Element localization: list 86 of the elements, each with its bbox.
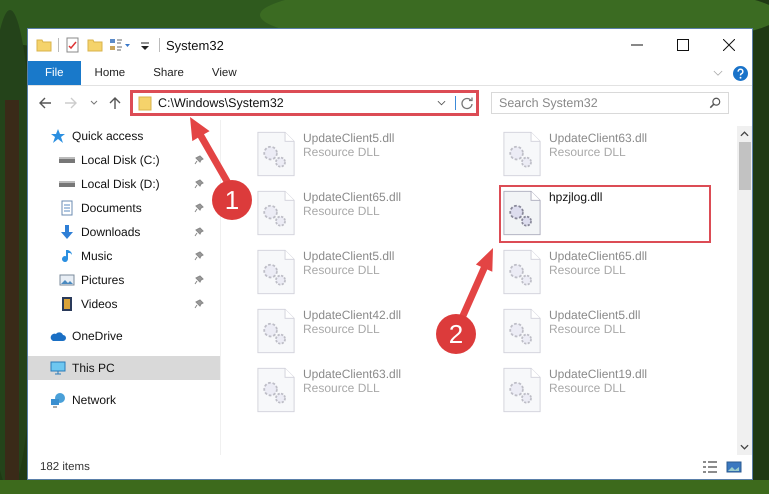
nav-item[interactable]: Music [28,244,118,268]
history-caret-icon[interactable] [437,100,446,106]
file-type: Resource DLL [549,322,627,336]
pin-icon[interactable] [194,203,204,213]
nav-item[interactable]: Quick access [28,124,150,148]
file-name: UpdateClient63.dll [303,367,402,381]
pin-icon[interactable] [194,251,204,261]
close-icon[interactable] [723,39,735,51]
pin-icon[interactable] [194,155,204,165]
document-icon [59,200,75,216]
file-type: Resource DLL [549,263,627,277]
up-arrow-icon[interactable] [108,96,122,110]
scroll-up-icon[interactable] [740,131,749,137]
nav-item[interactable]: Pictures [28,268,130,292]
nav-item[interactable]: Downloads [28,220,146,244]
star-icon [50,128,66,144]
properties-icon[interactable] [65,37,81,53]
ribbon-tab[interactable]: File [28,61,81,85]
nav-item[interactable]: Local Disk (D:) [28,172,166,196]
dll-file-icon [257,189,295,237]
thumbnail-view-icon[interactable] [726,460,742,474]
dll-file-icon [503,248,541,296]
monitor-icon [50,360,66,376]
pin-icon[interactable] [194,179,204,189]
ribbon-tab[interactable]: Home [80,61,140,85]
file-type: Resource DLL [303,263,381,277]
file-name: UpdateClient5.dll [549,308,640,322]
ribbon-tab[interactable]: Share [139,61,198,85]
search-icon [709,97,721,109]
file-item[interactable]: hpzjlog.dll [499,185,711,243]
minimize-icon[interactable] [631,44,643,46]
nav-item[interactable]: Network [28,388,122,412]
dll-file-icon [503,130,541,178]
file-name: UpdateClient5.dll [303,131,394,145]
file-type: Resource DLL [303,145,381,159]
music-note-icon [59,248,75,264]
pin-icon[interactable] [194,299,204,309]
dll-file-icon [257,248,295,296]
file-name: UpdateClient5.dll [303,249,394,263]
arrow [458,248,493,320]
dll-file-icon [257,366,295,414]
dll-file-icon [503,366,541,414]
scrollbar-thumb[interactable] [738,142,750,190]
help-icon[interactable] [733,66,748,80]
nav-item[interactable]: This PC [28,356,220,380]
address-bar[interactable]: C:\Windows\System32 [130,90,479,116]
file-name: UpdateClient19.dll [549,367,648,381]
file-type: Resource DLL [303,381,381,395]
file-type: Resource DLL [549,145,627,159]
window-title: System32 [166,38,224,52]
file-type: Resource DLL [549,381,627,395]
nav-item[interactable]: Videos [28,292,124,316]
item-count: 182 items [40,461,90,473]
film-icon [59,296,75,312]
dll-file-icon [503,189,541,237]
folder-icon [137,95,153,111]
nav-item[interactable]: OneDrive [28,324,129,348]
dll-file-icon [257,130,295,178]
file-name: UpdateClient42.dll [303,308,402,322]
pin-icon[interactable] [194,275,204,285]
recent-caret-icon[interactable] [90,100,98,106]
file-name: hpzjlog.dll [549,190,602,204]
drive-icon [59,157,75,163]
network-icon [50,392,66,408]
address-path: C:\Windows\System32 [158,96,285,110]
ribbon-tab[interactable]: View [198,61,251,85]
dll-file-icon [257,307,295,355]
nav-item[interactable]: Documents [28,196,148,220]
refresh-icon[interactable] [455,96,474,110]
file-name: UpdateClient63.dll [549,131,648,145]
pin-icon[interactable] [194,227,204,237]
drive-icon [59,181,75,187]
details-view-icon[interactable] [702,460,718,474]
nav-item[interactable]: Local Disk (C:) [28,148,166,172]
maximize-icon[interactable] [677,39,689,51]
view-dropdown-icon[interactable] [109,37,131,53]
file-type: Resource DLL [303,204,381,218]
search-field[interactable]: Search System32 [491,92,729,114]
down-arrow-icon [59,224,75,240]
file-name: UpdateClient65.dll [549,249,648,263]
file-name: UpdateClient65.dll [303,190,402,204]
file-type: Resource DLL [303,322,381,336]
dll-file-icon [503,307,541,355]
back-arrow-icon[interactable] [38,96,52,110]
picture-icon [59,272,75,288]
scroll-down-icon[interactable] [740,444,749,450]
